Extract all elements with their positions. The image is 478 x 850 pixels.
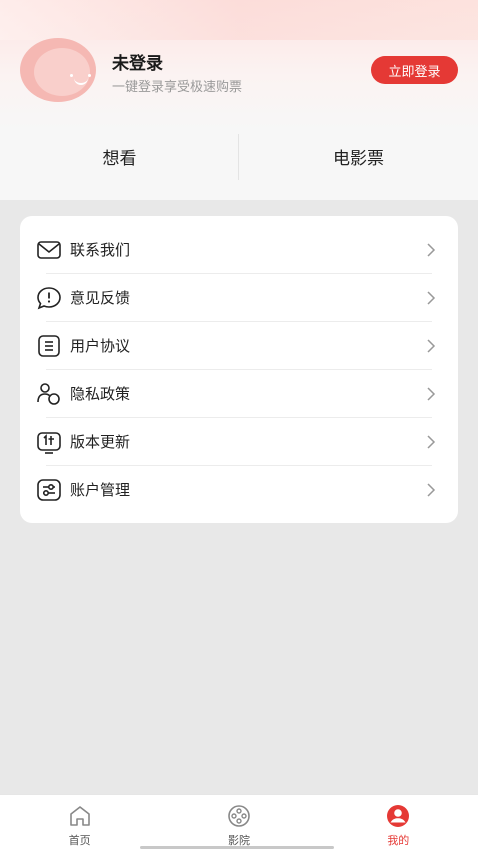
menu-item-feedback[interactable]: 意见反馈 bbox=[20, 274, 458, 322]
divider bbox=[238, 134, 239, 180]
menu-item-label: 用户协议 bbox=[70, 337, 131, 355]
menu-item-privacy-policy[interactable]: 隐私政策 bbox=[20, 370, 458, 418]
login-hint: 一键登录享受极速购票 bbox=[112, 80, 243, 95]
quick-tabs: 想看 电影票 bbox=[0, 130, 478, 182]
tab-cinema[interactable]: 影院 bbox=[159, 795, 318, 850]
menu-card: 联系我们 意见反馈 用户协议 隐私政策 版本更新 账户管理 bbox=[20, 216, 458, 523]
chevron-right-icon bbox=[427, 435, 436, 449]
menu-item-version-update[interactable]: 版本更新 bbox=[20, 418, 458, 466]
privacy-icon bbox=[37, 383, 60, 405]
menu-item-account-management[interactable]: 账户管理 bbox=[20, 466, 458, 514]
profile-header: 未登录 一键登录享受极速购票 立即登录 想看 电影票 bbox=[0, 0, 478, 200]
avatar-face-icon bbox=[34, 48, 91, 96]
tab-label: 我的 bbox=[387, 834, 410, 847]
tab-label: 首页 bbox=[68, 834, 91, 847]
menu-item-label: 隐私政策 bbox=[70, 385, 131, 403]
menu-item-label: 意见反馈 bbox=[70, 289, 131, 307]
bottom-tab-bar: 首页 影院 我的 bbox=[0, 794, 478, 850]
avatar[interactable] bbox=[20, 38, 96, 102]
menu-item-user-agreement[interactable]: 用户协议 bbox=[20, 322, 458, 370]
chevron-right-icon bbox=[427, 483, 436, 497]
document-icon bbox=[38, 335, 60, 357]
chevron-right-icon bbox=[427, 387, 436, 401]
menu-item-label: 联系我们 bbox=[70, 241, 131, 259]
want-to-watch-tab[interactable]: 想看 bbox=[0, 130, 239, 182]
account-settings-icon bbox=[37, 479, 61, 501]
menu-item-label: 版本更新 bbox=[70, 433, 131, 451]
chevron-right-icon bbox=[427, 243, 436, 257]
chevron-right-icon bbox=[427, 291, 436, 305]
feedback-icon bbox=[37, 287, 61, 310]
movie-tickets-tab[interactable]: 电影票 bbox=[239, 130, 478, 182]
home-indicator bbox=[140, 846, 334, 849]
profile-icon bbox=[387, 805, 410, 827]
login-button[interactable]: 立即登录 bbox=[371, 56, 458, 84]
home-icon bbox=[69, 806, 90, 826]
user-name: 未登录 bbox=[112, 54, 163, 74]
update-icon bbox=[37, 432, 61, 454]
menu-item-contact-us[interactable]: 联系我们 bbox=[20, 226, 458, 274]
tab-mine[interactable]: 我的 bbox=[319, 795, 478, 850]
tab-home[interactable]: 首页 bbox=[0, 795, 159, 850]
cinema-reel-icon bbox=[228, 805, 250, 827]
mail-icon bbox=[37, 241, 61, 259]
chevron-right-icon bbox=[427, 339, 436, 353]
menu-item-label: 账户管理 bbox=[70, 481, 131, 499]
